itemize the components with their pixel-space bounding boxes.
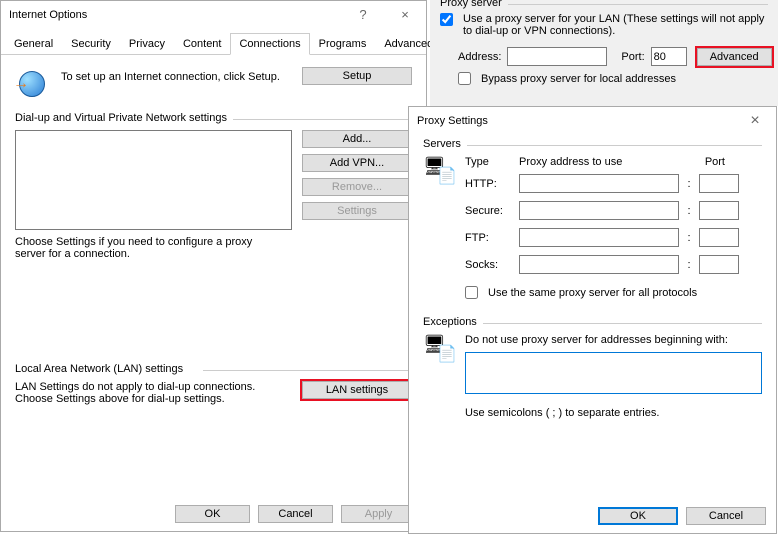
close-button[interactable]: × <box>734 107 776 135</box>
footer-buttons: OK Cancel Apply <box>175 505 416 523</box>
ok-button[interactable]: OK <box>598 507 678 525</box>
proxy-row-label: Secure: <box>465 205 513 217</box>
setup-text: To set up an Internet connection, click … <box>53 67 296 83</box>
semicolon-note: Use semicolons ( ; ) to separate entries… <box>465 407 762 419</box>
proxy-row-addr-input[interactable] <box>519 228 679 247</box>
proxy-row-port-input[interactable] <box>699 201 739 220</box>
lan-header: Local Area Network (LAN) settings <box>15 363 189 375</box>
globe-icon <box>15 67 47 99</box>
cancel-button[interactable]: Cancel <box>686 507 766 525</box>
lan-note: LAN Settings do not apply to dial-up con… <box>15 381 292 405</box>
address-input[interactable] <box>507 47 607 66</box>
proxy-row-label: Socks: <box>465 259 513 271</box>
cancel-button[interactable]: Cancel <box>258 505 333 523</box>
bypass-checkbox[interactable] <box>458 72 471 85</box>
dialup-header: Dial-up and Virtual Private Network sett… <box>15 112 233 124</box>
proxy-row-addr-input[interactable] <box>519 255 679 274</box>
tab-general[interactable]: General <box>5 33 62 55</box>
footer-buttons: OK Cancel <box>598 507 766 525</box>
titlebar: Proxy Settings × <box>409 107 776 135</box>
use-proxy-label: Use a proxy server for your LAN (These s… <box>463 13 768 37</box>
add-button[interactable]: Add... <box>302 130 412 148</box>
bypass-label: Bypass proxy server for local addresses <box>481 73 676 85</box>
proxy-row-label: HTTP: <box>465 178 513 190</box>
use-proxy-checkbox[interactable] <box>440 13 453 26</box>
tab-privacy[interactable]: Privacy <box>120 33 174 55</box>
tabs-bar: General Security Privacy Content Connect… <box>1 29 426 55</box>
exceptions-textarea[interactable] <box>465 352 762 394</box>
exceptions-header: Exceptions <box>423 316 483 328</box>
choose-settings-text: Choose Settings if you need to configure… <box>15 236 275 260</box>
addr-col-label: Proxy address to use <box>519 156 679 168</box>
port-input[interactable] <box>651 47 687 66</box>
tab-content[interactable]: Content <box>174 33 231 55</box>
help-button[interactable]: ? <box>342 1 384 29</box>
port-col-label: Port <box>685 156 725 168</box>
ok-button[interactable]: OK <box>175 505 250 523</box>
advanced-button[interactable]: Advanced <box>697 48 772 66</box>
connections-listbox[interactable] <box>15 130 292 230</box>
same-proxy-checkbox[interactable] <box>465 286 478 299</box>
window-title: Proxy Settings <box>417 115 734 127</box>
tab-connections[interactable]: Connections <box>230 33 309 55</box>
proxy-row-addr-input[interactable] <box>519 174 679 193</box>
lan-settings-button[interactable]: LAN settings <box>302 381 412 399</box>
exceptions-note: Do not use proxy server for addresses be… <box>465 334 762 346</box>
proxy-row-port-input[interactable] <box>699 174 739 193</box>
type-col-label: Type <box>465 156 513 168</box>
proxy-server-panel: Proxy server Use a proxy server for your… <box>430 0 778 106</box>
setup-button[interactable]: Setup <box>302 67 412 85</box>
proxy-row-label: FTP: <box>465 232 513 244</box>
close-button[interactable]: × <box>384 1 426 29</box>
apply-button: Apply <box>341 505 416 523</box>
settings-button: Settings <box>302 202 412 220</box>
address-label: Address: <box>458 51 501 63</box>
tab-security[interactable]: Security <box>62 33 120 55</box>
same-proxy-label: Use the same proxy server for all protoc… <box>488 287 697 299</box>
remove-button: Remove... <box>302 178 412 196</box>
port-label: Port: <box>621 51 644 63</box>
servers-icon <box>423 156 455 188</box>
window-title: Internet Options <box>9 9 342 21</box>
exceptions-icon <box>423 334 455 366</box>
internet-options-window: Internet Options ? × General Security Pr… <box>0 0 427 532</box>
servers-header: Servers <box>423 138 467 150</box>
proxy-settings-window: Proxy Settings × Servers Type Proxy addr… <box>408 106 777 534</box>
add-vpn-button[interactable]: Add VPN... <box>302 154 412 172</box>
proxy-server-header: Proxy server <box>440 0 508 9</box>
proxy-row-port-input[interactable] <box>699 255 739 274</box>
proxy-row-port-input[interactable] <box>699 228 739 247</box>
titlebar: Internet Options ? × <box>1 1 426 29</box>
proxy-row-addr-input[interactable] <box>519 201 679 220</box>
tab-programs[interactable]: Programs <box>310 33 376 55</box>
